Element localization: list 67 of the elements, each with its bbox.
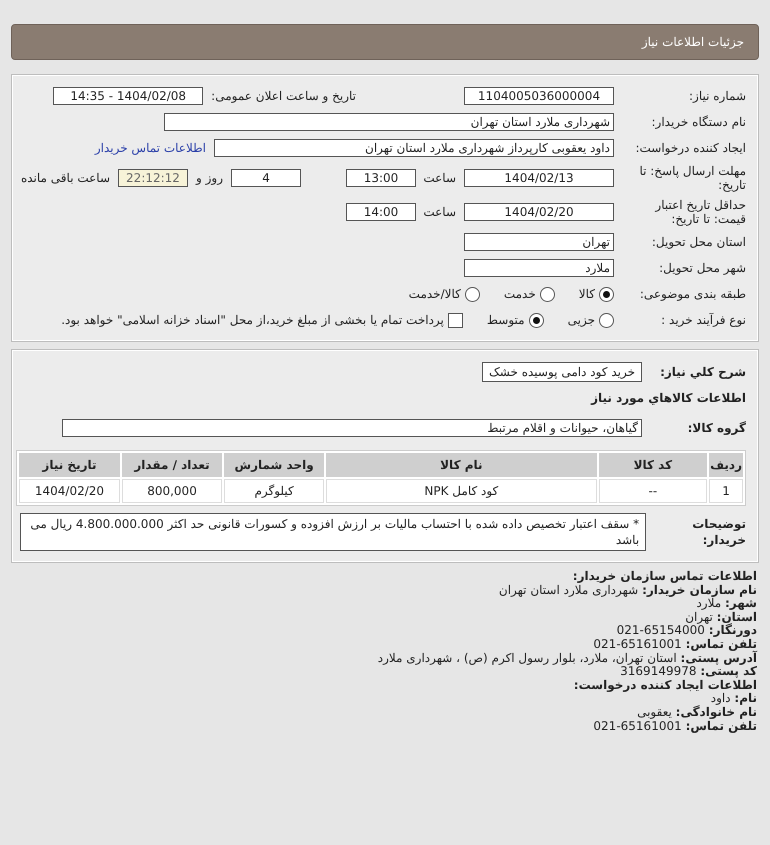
table-cell: -- [598,479,708,503]
radio-label: کالا/خدمت [408,287,461,301]
contact-line: شهر: ملارد [696,597,757,611]
contact-line: استان: تهران [685,610,757,624]
radio-button[interactable] [599,312,614,328]
column-header: کد کالا [598,453,708,477]
summary-field: خرید کود دامی پوسیده خشک [482,362,642,382]
radio-button[interactable] [464,286,480,302]
validity-date-field: 1404/02/20 [464,203,614,221]
table-cell: 800,000 [122,479,222,503]
announce-date-field: 1404/02/08 - 14:35 [53,87,204,105]
column-header: واحد شمارش [224,453,324,477]
field-label: استان محل تحویل: [650,235,746,249]
field-label: مهلت ارسال پاسخ: تا تاریخ: [638,164,746,192]
table-cell: کیلوگرم [224,479,324,503]
column-header: تعداد / مقدار [122,453,222,477]
radio-button[interactable] [599,286,614,302]
need-number-field: 1104005036000004 [464,87,614,105]
buyer-contact-link[interactable]: اطلاعات تماس خریدار [94,141,206,155]
field-label: شماره نیاز: [688,89,746,103]
field-label: شرح کلي نیاز: [659,364,746,380]
column-header: تاریخ نیاز [19,453,120,477]
radio-label: خدمت [504,287,536,301]
radio-label: متوسط [486,313,525,327]
field-label: شهر محل تحویل: [658,261,746,275]
table-cell: 1 [709,479,743,503]
section-title: اطلاعات ایجاد کننده درخواست: [574,678,757,692]
city-field: ملارد [464,259,614,277]
radio-button[interactable] [528,312,544,328]
column-header: ردیف [709,453,743,477]
checkbox[interactable] [448,312,463,328]
field-label: ساعت باقی مانده [20,171,110,185]
field-label: ساعت [424,205,456,219]
table-cell: 1404/02/20 [19,479,120,503]
contact-line: نام: داود [710,692,757,706]
table-cell: کود کامل NPK [326,479,597,503]
deadline-date-field: 1404/02/13 [464,169,614,187]
contact-line: نام سازمان خریدار: شهرداری ملارد استان تهران [498,584,757,598]
column-header: نام کالا [326,453,597,477]
field-label: توضیحات خریدار: [691,516,746,548]
radio-label: جزیی [568,313,595,327]
field-label: نام دستگاه خریدار: [650,115,746,129]
field-label: تاریخ و ساعت اعلان عمومی: [211,89,356,103]
days-field: 4 [231,169,301,187]
contact-line: نام خانوادگی: یعقوبی [637,706,757,720]
radio-button[interactable] [540,286,555,302]
field-label: نوع فرآیند خرید : [660,313,746,327]
field-label: حداقل تاریخ اعتبار قیمت: تا تاریخ: [654,198,746,226]
section-title: اطلاعات تماس سازمان خریدار: [572,570,757,584]
checkbox-label: پرداخت تمام یا بخشی از مبلغ خرید،از محل "اسناد خزانه اسلامی" خواهد بود. [61,313,444,327]
field-label: ایجاد کننده درخواست: [634,141,746,155]
notes-field: * سقف اعتبار تخصیص داده شده با احتساب مالیات بر ارزش افزوده و کسورات قانونی حد اکثر 4.800.000.000 ریال می باشد [20,513,646,551]
radio-label: کالا [578,287,595,301]
field-label: روز و [196,171,223,185]
field-label: ساعت [424,171,456,185]
contact-line: آدرس پستی: استان تهران، ملارد، بلوار رسول اکرم (ص) ، شهرداری ملارد [378,652,757,666]
province-field: تهران [464,233,614,251]
creator-field: داود یعقوبی کارپرداز شهرداری ملارد استان تهران [214,139,614,157]
field-label: طبقه بندی موضوعی: [638,287,746,301]
page-header: جزئیات اطلاعات نیاز [11,24,759,60]
section-title: اطلاعات کالاهاي مورد نیاز [591,391,746,405]
field-label: گروه کالا: [686,420,746,436]
goods-group-field: گیاهان، حیوانات و اقلام مرتبط [62,419,642,437]
buyer-org-field: شهرداری ملارد استان تهران [164,113,614,131]
validity-time-field: 14:00 [346,203,416,221]
remaining-time-field: 22:12:12 [118,169,188,187]
deadline-time-field: 13:00 [346,169,416,187]
